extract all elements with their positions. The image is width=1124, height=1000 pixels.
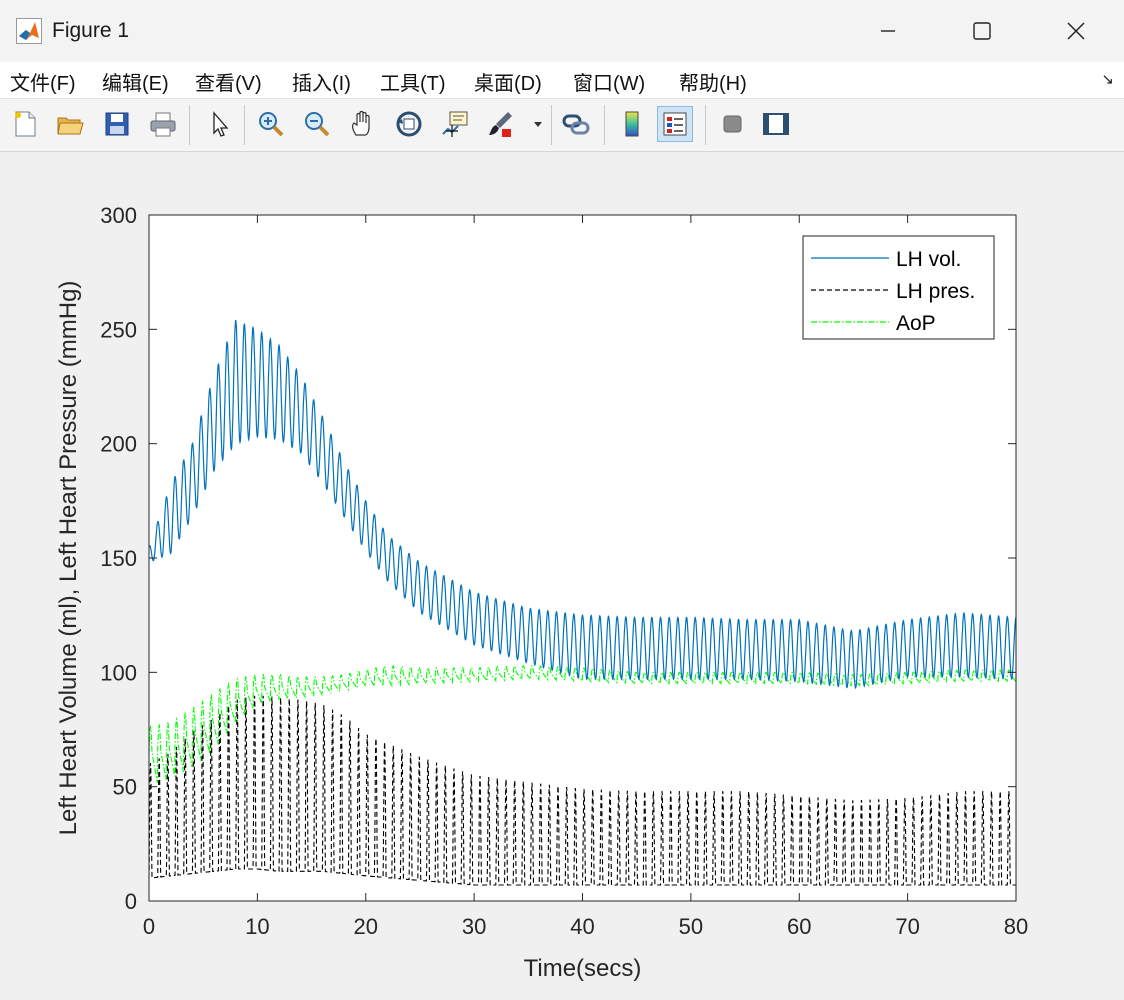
- brush-dropdown-icon: [534, 122, 542, 127]
- legend-label-lh-vol: LH vol.: [896, 248, 961, 271]
- save-icon: [105, 112, 129, 136]
- close-button[interactable]: [1030, 0, 1122, 62]
- maximize-icon: [973, 22, 991, 40]
- pan-icon: [352, 110, 370, 136]
- new-figure-icon: [15, 111, 36, 137]
- x-tick-label: 80: [1004, 914, 1028, 939]
- y-tick-label: 250: [100, 317, 137, 342]
- y-tick-label: 150: [100, 546, 137, 571]
- hide-plot-tools-button[interactable]: [714, 106, 750, 142]
- legend-button[interactable]: [657, 106, 693, 142]
- data-cursor-button[interactable]: [437, 106, 473, 142]
- legend-label-lh-pres: LH pres.: [896, 280, 975, 303]
- save-button[interactable]: [99, 106, 135, 142]
- menu-desktop[interactable]: 桌面(D): [474, 67, 542, 96]
- y-tick-label: 300: [100, 203, 137, 228]
- line-chart[interactable]: 0 10 20 30 40 50 60 70 80 0 50 100 150 200 250 300 Time…: [0, 152, 1124, 995]
- print-icon: [150, 112, 176, 137]
- new-figure-button[interactable]: [7, 106, 43, 142]
- minimize-button[interactable]: [842, 0, 934, 62]
- hide-plot-tools-icon: [723, 115, 742, 133]
- show-plot-tools-button[interactable]: [758, 106, 794, 142]
- window-title: Figure 1: [52, 19, 130, 42]
- brush-dropdown-button[interactable]: [529, 106, 547, 142]
- toolbar-separator: [604, 105, 605, 145]
- x-tick-label: 0: [143, 914, 155, 939]
- y-tick-label: 200: [100, 432, 137, 457]
- link-plot-icon: [562, 114, 590, 135]
- brush-icon: [489, 112, 512, 137]
- y-tick-label: 100: [100, 660, 137, 685]
- zoom-in-button[interactable]: [253, 106, 289, 142]
- x-tick-label: 40: [570, 914, 594, 939]
- brush-button[interactable]: [483, 106, 519, 142]
- zoom-out-button[interactable]: [299, 106, 335, 142]
- figure-canvas[interactable]: 0 10 20 30 40 50 60 70 80 0 50 100 150 200 250 300 Time…: [0, 152, 1124, 995]
- x-tick-label: 30: [462, 914, 486, 939]
- y-axis-label: Left Heart Volume (ml), Left Heart Press…: [55, 281, 82, 836]
- open-file-icon: [57, 117, 84, 135]
- toolbar-separator: [244, 105, 245, 145]
- zoom-out-icon: [305, 112, 330, 137]
- menu-insert[interactable]: 插入(I): [292, 67, 351, 96]
- minimize-icon: [881, 30, 895, 32]
- edit-plot-icon: [213, 111, 229, 137]
- menu-window[interactable]: 窗口(W): [573, 67, 645, 96]
- rotate-3d-button[interactable]: [391, 106, 427, 142]
- colorbar-button[interactable]: [614, 106, 650, 142]
- toolbar-separator: [705, 105, 706, 145]
- title-bar: Figure 1: [0, 0, 1124, 62]
- x-tick-label: 70: [895, 914, 919, 939]
- legend-icon: [663, 112, 687, 136]
- x-axis-label: Time(secs): [524, 955, 642, 982]
- close-icon: [1067, 22, 1085, 40]
- menu-view[interactable]: 查看(V): [195, 67, 262, 96]
- toolbar-separator: [189, 105, 190, 145]
- maximize-button[interactable]: [936, 0, 1028, 62]
- matlab-logo-icon: [16, 18, 42, 44]
- x-tick-label: 20: [354, 914, 378, 939]
- show-plot-tools-icon: [763, 113, 789, 135]
- print-button[interactable]: [145, 106, 181, 142]
- x-tick-label: 60: [787, 914, 811, 939]
- x-tick-label: 10: [245, 914, 269, 939]
- legend-label-aop: AoP: [896, 312, 936, 335]
- y-tick-label: 50: [113, 775, 137, 800]
- menu-bar: 文件(F) 编辑(E) 查看(V) 插入(I) 工具(T) 桌面(D) 窗口(W…: [0, 62, 1124, 99]
- edit-plot-button[interactable]: [201, 106, 237, 142]
- zoom-in-icon: [259, 112, 284, 137]
- undock-arrow-icon[interactable]: ↘: [1101, 70, 1114, 88]
- menu-edit[interactable]: 编辑(E): [102, 67, 169, 96]
- legend[interactable]: LH vol. LH pres. AoP: [802, 235, 995, 340]
- menu-help[interactable]: 帮助(H): [679, 67, 747, 96]
- link-plot-button[interactable]: [558, 106, 594, 142]
- colorbar-icon: [625, 111, 639, 137]
- figure-toolbar: [0, 99, 1124, 152]
- open-file-button[interactable]: [52, 106, 88, 142]
- toolbar-separator: [551, 105, 552, 145]
- menu-tools[interactable]: 工具(T): [380, 67, 446, 96]
- pan-button[interactable]: [345, 106, 381, 142]
- menu-file[interactable]: 文件(F): [10, 67, 76, 96]
- x-tick-label: 50: [679, 914, 703, 939]
- y-tick-label: 0: [125, 889, 137, 914]
- rotate-3d-icon: [396, 111, 422, 137]
- data-cursor-icon: [442, 111, 468, 137]
